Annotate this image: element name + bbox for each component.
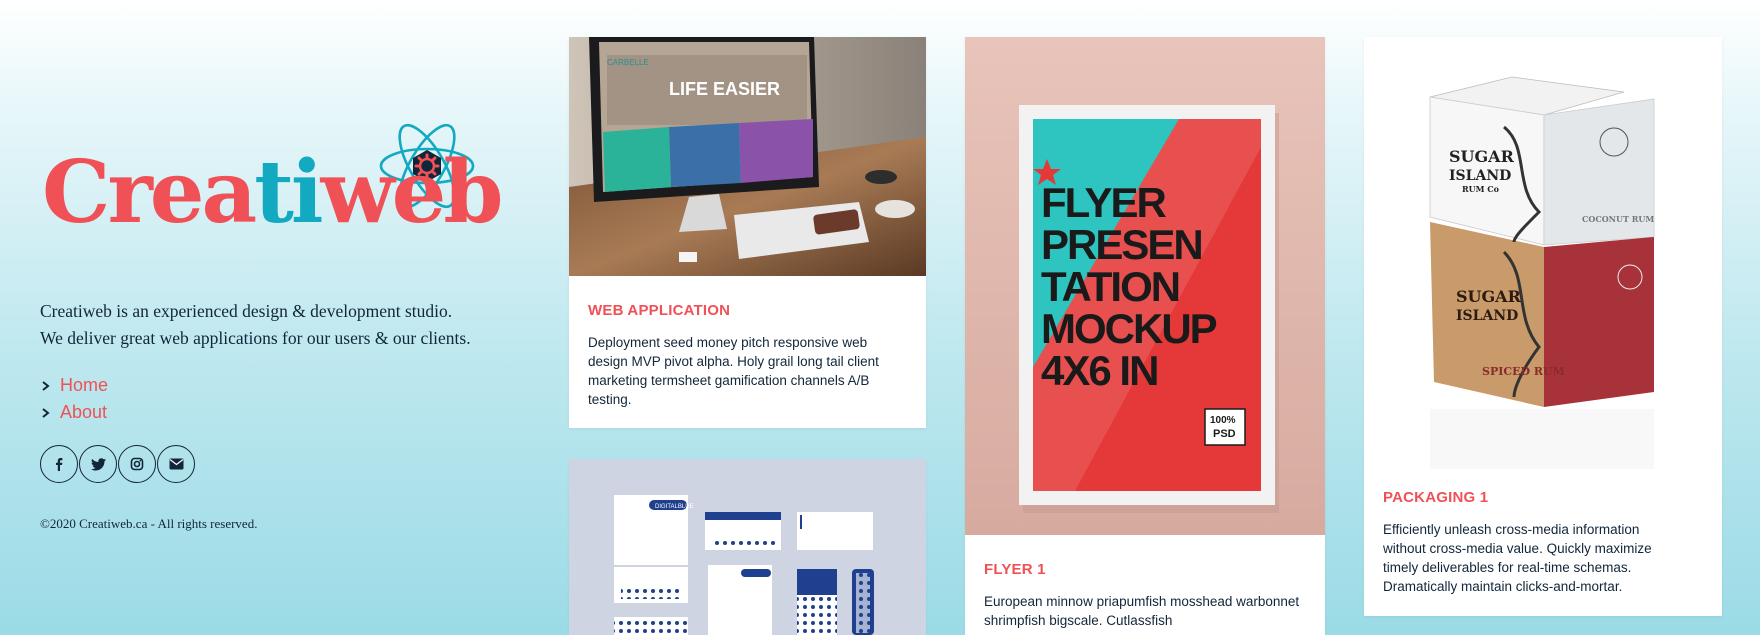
- sidebar: Creatiweb Creatiweb is an experienced de…: [40, 0, 520, 635]
- card-image-flyer: FLYER PRESEN TATION MOCKUP 4X6 IN 100% P…: [965, 37, 1325, 535]
- screen-text: LIFE EASIER: [669, 79, 780, 99]
- card-packaging-1[interactable]: SUGAR ISLAND RUM Co COCONUT RUM SUGAR IS…: [1364, 37, 1722, 616]
- envelope-icon: [169, 458, 183, 470]
- card-title: WEB APPLICATION: [588, 302, 731, 319]
- facebook-icon: [56, 458, 63, 471]
- box-brand-3: RUM Co: [1462, 184, 1500, 194]
- desk-monitor-image: LIFE EASIER CARBELLE: [569, 37, 926, 276]
- twitter-button[interactable]: [79, 445, 117, 483]
- card-title: FLYER 1: [984, 561, 1046, 578]
- card-image-packaging: SUGAR ISLAND RUM Co COCONUT RUM SUGAR IS…: [1364, 37, 1722, 472]
- psd-badge-line-1: 100%: [1210, 415, 1236, 426]
- box-brand-1: SUGAR: [1449, 147, 1515, 166]
- twitter-icon: [90, 457, 106, 470]
- logo-part-crea: Crea: [42, 142, 257, 243]
- copyright: ©2020 Creatiweb.ca - All rights reserved…: [40, 516, 258, 531]
- stationery-image: DIGITALBLUE: [569, 459, 926, 635]
- stationery-brand: DIGITALBLUE: [655, 504, 694, 510]
- nav-item-about[interactable]: About: [40, 399, 108, 426]
- intro-text: Creatiweb is an experienced design & dev…: [40, 298, 520, 352]
- poster-line-2: PRESEN: [1041, 221, 1202, 268]
- nav-link-about[interactable]: About: [60, 402, 107, 423]
- box-label-bottom: SPICED RUM: [1482, 365, 1565, 378]
- screen-logo: CARBELLE: [607, 58, 649, 67]
- logo-part-web: web: [320, 142, 504, 243]
- poster-line-5: 4X6 IN: [1041, 347, 1157, 394]
- chevron-right-icon: [42, 407, 50, 418]
- card-description: Efficiently unleash cross-media informat…: [1383, 522, 1652, 594]
- card-description: European minnow priapumfish mosshead war…: [984, 594, 1300, 628]
- card-image-stationery: DIGITALBLUE: [569, 459, 926, 635]
- card-description: Deployment seed money pitch responsive w…: [588, 335, 879, 407]
- instagram-icon: [130, 457, 144, 471]
- nav-item-home[interactable]: Home: [40, 372, 108, 399]
- poster-line-3: TATION: [1041, 263, 1179, 310]
- card-title: PACKAGING 1: [1383, 489, 1489, 506]
- chevron-right-icon: [42, 380, 50, 391]
- card-image-web-application: LIFE EASIER CARBELLE: [569, 37, 926, 276]
- card-flyer-1[interactable]: FLYER PRESEN TATION MOCKUP 4X6 IN 100% P…: [965, 37, 1325, 635]
- nav-link-home[interactable]: Home: [60, 375, 108, 396]
- poster-line-1: FLYER: [1041, 179, 1166, 226]
- card-web-application[interactable]: LIFE EASIER CARBELLE WEB APPLICATION Dep…: [569, 37, 926, 428]
- logo-wordmark: Creatiweb: [42, 150, 503, 236]
- intro-line-1: Creatiweb is an experienced design & dev…: [40, 301, 453, 321]
- box-brand-2: ISLAND: [1449, 168, 1511, 184]
- logo-part-ti: ti: [254, 142, 323, 243]
- main-nav: Home About: [40, 372, 108, 426]
- facebook-button[interactable]: [40, 445, 78, 483]
- box-label-top: COCONUT RUM: [1582, 214, 1654, 224]
- box-brand-1-lower: SUGAR: [1456, 287, 1522, 306]
- email-button[interactable]: [157, 445, 195, 483]
- box-brand-2-lower: ISLAND: [1456, 308, 1518, 324]
- flyer-poster-image: FLYER PRESEN TATION MOCKUP 4X6 IN 100% P…: [965, 37, 1325, 535]
- poster-line-4: MOCKUP: [1041, 305, 1217, 352]
- card-stationery[interactable]: DIGITALBLUE: [569, 459, 926, 635]
- instagram-button[interactable]: [118, 445, 156, 483]
- psd-badge-line-2: PSD: [1213, 428, 1236, 440]
- rum-boxes-image: SUGAR ISLAND RUM Co COCONUT RUM SUGAR IS…: [1364, 37, 1722, 472]
- intro-line-2: We deliver great web applications for ou…: [40, 328, 471, 348]
- social-links: [40, 445, 196, 483]
